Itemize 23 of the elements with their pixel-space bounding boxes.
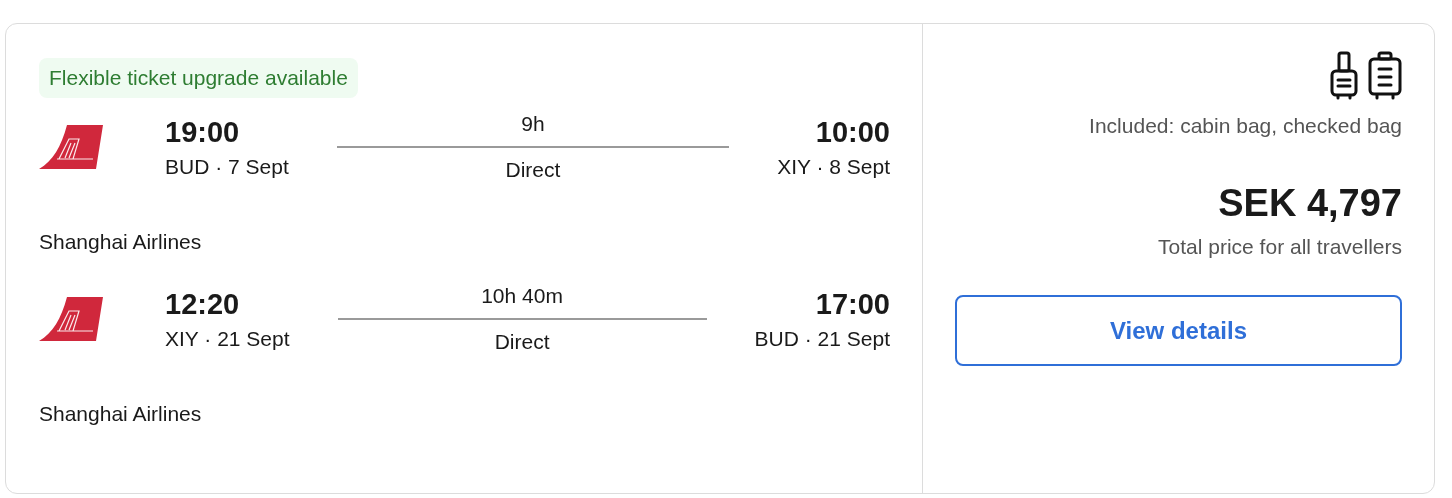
departure-airport-date: BUD · 7 Sept — [165, 154, 289, 179]
checked-bag-icon — [1368, 50, 1402, 100]
flight-duration: 9h — [521, 112, 545, 136]
airline-name: Shanghai Airlines — [39, 402, 202, 426]
arrival-airport-date: XIY · 8 Sept — [777, 154, 890, 179]
stops-label: Direct — [494, 330, 550, 354]
total-price: SEK 4,797 — [1218, 182, 1402, 225]
stops-label: Direct — [505, 158, 561, 182]
price-note: Total price for all travellers — [1158, 235, 1402, 259]
arrival-airport-date: BUD · 21 Sept — [754, 326, 890, 351]
arrival-time: 10:00 — [815, 115, 890, 149]
departure-airport-date: XIY · 21 Sept — [165, 326, 290, 351]
flight-duration: 10h 40m — [481, 284, 563, 308]
airline-tail-logo-icon — [39, 125, 103, 169]
airline-name: Shanghai Airlines — [39, 230, 202, 254]
view-details-button[interactable]: View details — [955, 295, 1402, 366]
departure-time: 12:20 — [165, 287, 241, 321]
cabin-bag-icon — [1330, 50, 1358, 100]
included-baggage-text: Included: cabin bag, checked bag — [1089, 114, 1402, 138]
flexible-ticket-badge: Flexible ticket upgrade available — [39, 58, 358, 98]
airline-tail-logo-icon — [39, 297, 103, 341]
departure-time: 19:00 — [165, 115, 241, 149]
arrival-time: 17:00 — [815, 287, 890, 321]
